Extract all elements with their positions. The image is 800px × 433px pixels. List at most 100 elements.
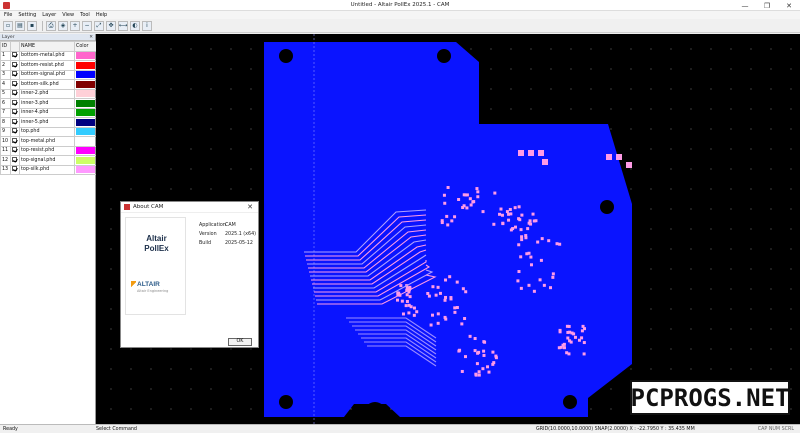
pcb-pad	[461, 287, 465, 291]
layer-visible-checkbox[interactable]	[10, 98, 20, 109]
layer-color-swatch[interactable]	[74, 60, 97, 71]
pcb-pad	[559, 345, 563, 349]
menu-help[interactable]: Help	[96, 12, 107, 18]
layer-color-swatch[interactable]	[74, 50, 97, 61]
pcb-pad	[464, 355, 468, 359]
layer-visible-checkbox[interactable]	[10, 164, 20, 175]
pcb-pad	[520, 213, 524, 217]
layer-id: 2	[0, 60, 11, 71]
layer-row[interactable]: 1 bottom-metal.phd	[0, 50, 97, 61]
layer-panel: Layer ✕ ID NAME Color 1 bottom-metal.phd 2…	[0, 34, 97, 424]
info-key: Build	[199, 241, 212, 246]
maximize-button[interactable]: ❐	[756, 0, 778, 11]
info-icon[interactable]: i	[142, 20, 152, 31]
pcb-pad	[444, 278, 448, 282]
window-title: Untitled - Altair PollEx 2025.1 - CAM	[350, 2, 450, 8]
toolbar-separator	[42, 20, 43, 31]
layer-color-swatch[interactable]	[74, 126, 97, 137]
measure-icon[interactable]: ⟷	[118, 20, 128, 31]
layer-row[interactable]: 5 inner-2.phd	[0, 88, 97, 99]
layer-name: top.phd	[19, 126, 75, 137]
layer-visible-checkbox[interactable]	[10, 136, 20, 147]
column-name[interactable]: NAME	[19, 41, 75, 52]
layer-visible-checkbox[interactable]	[10, 88, 20, 99]
layer-color-swatch[interactable]	[74, 69, 97, 80]
layer-color-swatch[interactable]	[74, 107, 97, 118]
pcb-pad	[549, 286, 553, 290]
pcb-pad	[473, 349, 477, 353]
menu-setting[interactable]: Setting	[18, 12, 36, 18]
close-button[interactable]: ✕	[778, 0, 800, 11]
save-icon[interactable]: ▪	[27, 20, 37, 31]
layer-visible-checkbox[interactable]	[10, 145, 20, 156]
pcb-pad	[519, 255, 523, 259]
layer-row[interactable]: 9 top.phd	[0, 126, 97, 137]
pcb-pad	[436, 312, 440, 316]
layer-color-swatch[interactable]	[74, 136, 97, 147]
pan-icon[interactable]: ✥	[106, 20, 116, 31]
print-icon[interactable]: ⎙	[46, 20, 56, 31]
layer-row[interactable]: 10 top-metal.phd	[0, 136, 97, 147]
pcb-pad	[436, 321, 440, 325]
layer-row[interactable]: 13 top-silk.phd	[0, 164, 97, 175]
zoom-out-icon[interactable]: −	[82, 20, 92, 31]
pcb-pad	[444, 295, 448, 299]
layer-color-swatch[interactable]	[74, 145, 97, 156]
zoom-fit-icon[interactable]: ⤢	[94, 20, 104, 31]
layer-row[interactable]: 11 top-resist.phd	[0, 145, 97, 156]
layer-visible-checkbox[interactable]	[10, 107, 20, 118]
layer-row[interactable]: 6 inner-3.phd	[0, 98, 97, 109]
open-icon[interactable]: ▤	[15, 20, 25, 31]
layer-row[interactable]: 8 inner-5.phd	[0, 117, 97, 128]
layer-visible-checkbox[interactable]	[10, 69, 20, 80]
layer-color-swatch[interactable]	[74, 88, 97, 99]
layer-row[interactable]: 4 bottom-silk.phd	[0, 79, 97, 90]
layer-color-swatch[interactable]	[74, 164, 97, 175]
layer-row[interactable]: 12 top-signal.phd	[0, 155, 97, 166]
layer-visible-checkbox[interactable]	[10, 155, 20, 166]
minimize-button[interactable]: —	[734, 0, 756, 11]
layer-row[interactable]: 2 bottom-resist.phd	[0, 60, 97, 71]
pcb-pad	[566, 330, 570, 334]
pcb-pad	[399, 284, 403, 288]
layer-row[interactable]: 3 bottom-signal.phd	[0, 69, 97, 80]
column-id[interactable]: ID	[0, 41, 11, 52]
pcb-pad	[518, 150, 524, 156]
layer-color-swatch[interactable]	[74, 98, 97, 109]
menu-file[interactable]: File	[4, 12, 12, 18]
ok-button[interactable]: OK	[228, 338, 252, 346]
column-visible[interactable]	[10, 41, 20, 52]
layer-visible-checkbox[interactable]	[10, 117, 20, 128]
pcb-pad	[555, 242, 559, 246]
layer-row[interactable]: 7 inner-4.phd	[0, 107, 97, 118]
close-icon[interactable]: ✕	[247, 203, 253, 211]
layer-icon[interactable]: ◈	[58, 20, 68, 31]
pcb-pad	[525, 252, 529, 256]
column-color[interactable]: Color	[74, 41, 97, 52]
menu-tool[interactable]: Tool	[80, 12, 90, 18]
title-bar: Untitled - Altair PollEx 2025.1 - CAM — …	[0, 0, 800, 11]
layer-color-swatch[interactable]	[74, 79, 97, 90]
new-icon[interactable]: ▫	[3, 20, 13, 31]
menu-layer[interactable]: Layer	[42, 12, 56, 18]
pcb-pad	[540, 237, 544, 241]
layer-visible-checkbox[interactable]	[10, 126, 20, 137]
zoom-in-icon[interactable]: +	[70, 20, 80, 31]
window-controls: — ❐ ✕	[734, 0, 800, 11]
color-icon[interactable]: ◐	[130, 20, 140, 31]
layer-color-swatch[interactable]	[74, 117, 97, 128]
menu-view[interactable]: View	[62, 12, 74, 18]
layer-color-swatch[interactable]	[74, 155, 97, 166]
pcb-pad	[538, 150, 544, 156]
pcb-pad	[426, 291, 430, 295]
layer-visible-checkbox[interactable]	[10, 60, 20, 71]
layer-visible-checkbox[interactable]	[10, 50, 20, 61]
layer-visible-checkbox[interactable]	[10, 79, 20, 90]
pcb-pad	[472, 200, 476, 204]
pcb-pad	[551, 275, 555, 279]
panel-close-icon[interactable]: ✕	[89, 35, 93, 40]
info-value: CAM	[225, 223, 236, 228]
pcb-pad	[616, 154, 622, 160]
pcb-pad	[476, 351, 480, 355]
pcb-pad	[438, 291, 442, 295]
